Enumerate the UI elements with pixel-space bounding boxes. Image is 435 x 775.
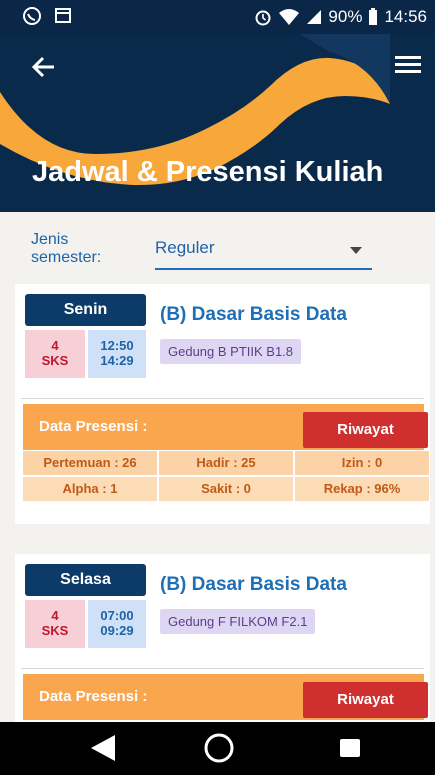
wifi-icon <box>279 9 300 25</box>
semester-selected-value: Reguler <box>155 238 215 257</box>
start-time: 07:00 <box>100 608 134 623</box>
hamburger-menu-icon[interactable] <box>395 54 421 76</box>
presensi-panel: Data Presensi : Riwayat <box>23 674 428 722</box>
room-badge: Gedung F FILKOM F2.1 <box>160 609 316 634</box>
sks-badge: 4 SKS <box>25 600 85 648</box>
stat-alpha: Alpha : 1 <box>23 477 157 501</box>
status-bar: 90% 14:56 <box>0 0 435 34</box>
time-badge: 12:50 14:29 <box>88 330 146 378</box>
divider <box>21 668 424 669</box>
riwayat-button[interactable]: Riwayat <box>303 412 428 448</box>
presensi-header: Data Presensi : Riwayat <box>23 404 428 450</box>
riwayat-button[interactable]: Riwayat <box>303 682 428 718</box>
nav-home-icon[interactable] <box>203 732 235 764</box>
presensi-title: Data Presensi : <box>39 688 148 705</box>
course-title[interactable]: (B) Dasar Basis Data <box>160 304 347 326</box>
presensi-header: Data Presensi : Riwayat <box>23 674 428 720</box>
stat-pertemuan: Pertemuan : 26 <box>23 451 157 475</box>
status-left-icons <box>22 6 72 26</box>
course-title[interactable]: (B) Dasar Basis Data <box>160 574 347 596</box>
stat-sakit: Sakit : 0 <box>159 477 293 501</box>
sks-badge: 4 SKS <box>25 330 85 378</box>
nav-recent-apps-icon[interactable] <box>340 739 360 757</box>
schedule-card: Senin 4 SKS 12:50 14:29 (B) Dasar Basis … <box>15 284 430 524</box>
presensi-title: Data Presensi : <box>39 418 148 435</box>
battery-percent: 90% <box>328 7 363 26</box>
divider <box>21 398 424 399</box>
presensi-panel: Data Presensi : Riwayat Pertemuan : 26 H… <box>23 404 429 502</box>
sks-label: SKS <box>41 353 69 368</box>
main-content: Jenis semester: Reguler Senin 4 SKS 12:5… <box>0 212 435 722</box>
page-title: Jadwal & Presensi Kuliah <box>32 156 384 188</box>
time-badge: 07:00 09:29 <box>88 600 146 648</box>
page-header: Jadwal & Presensi Kuliah <box>0 34 435 212</box>
alarm-icon <box>255 10 271 26</box>
stat-izin: Izin : 0 <box>295 451 429 475</box>
clock: 14:56 <box>384 7 427 26</box>
end-time: 09:29 <box>100 623 134 638</box>
stat-hadir: Hadir : 25 <box>159 451 293 475</box>
nav-back-icon[interactable] <box>89 735 117 761</box>
calendar-icon <box>55 8 71 23</box>
signal-icon <box>307 10 322 24</box>
day-badge: Selasa <box>25 564 146 596</box>
battery-icon <box>369 8 378 25</box>
sks-number: 4 <box>51 608 59 623</box>
end-time: 14:29 <box>100 353 134 368</box>
dropdown-caret-icon <box>350 247 362 254</box>
semester-label: Jenis semester: <box>31 231 102 266</box>
start-time: 12:50 <box>100 338 134 353</box>
semester-filter: Jenis semester: Reguler <box>0 212 435 278</box>
day-badge: Senin <box>25 294 146 326</box>
system-navigation-bar <box>0 722 435 775</box>
sks-number: 4 <box>51 338 59 353</box>
stat-rekap: Rekap : 96% <box>295 477 429 501</box>
back-arrow-icon[interactable] <box>30 52 60 82</box>
sks-label: SKS <box>41 623 69 638</box>
presensi-stats: Pertemuan : 26 Hadir : 25 Izin : 0 Alpha… <box>23 451 429 502</box>
room-badge: Gedung B PTIIK B1.8 <box>160 339 302 364</box>
schedule-card: Selasa 4 SKS 07:00 09:29 (B) Dasar Basis… <box>15 554 430 722</box>
semester-select[interactable]: Reguler <box>155 238 372 270</box>
status-right: 90% 14:56 <box>254 7 427 27</box>
whatsapp-icon <box>23 7 41 25</box>
